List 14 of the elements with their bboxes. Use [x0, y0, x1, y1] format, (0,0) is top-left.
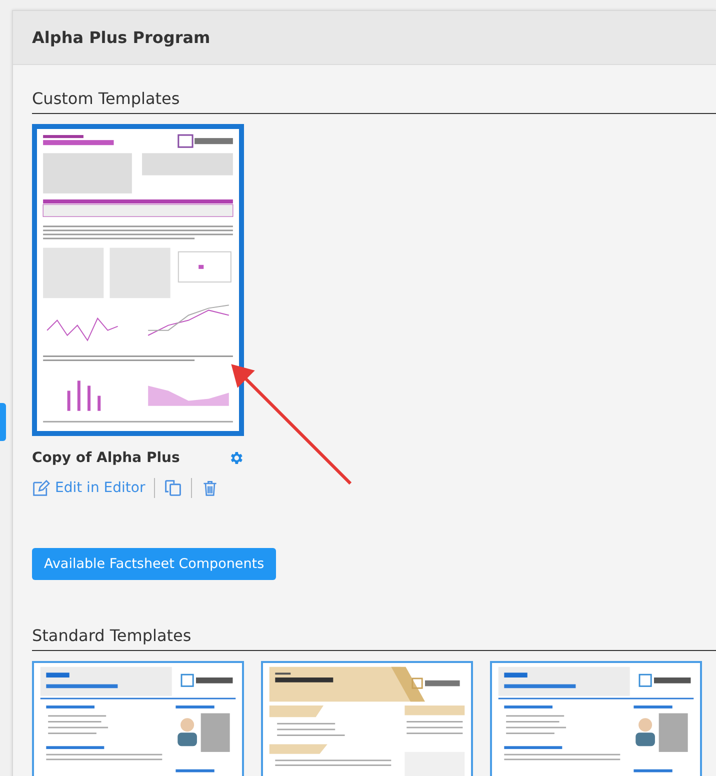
template-name: Copy of Alpha Plus — [32, 450, 180, 466]
template-thumbnail[interactable] — [32, 661, 244, 776]
copy-icon[interactable] — [164, 479, 182, 497]
trash-icon[interactable] — [201, 479, 220, 497]
template-thumbnail[interactable] — [32, 124, 244, 436]
edit-link[interactable]: Edit in Editor — [32, 479, 146, 497]
pencil-icon — [32, 479, 50, 497]
template-thumbnail[interactable] — [490, 661, 702, 776]
panel-title: Alpha Plus Program — [32, 28, 210, 47]
settings-icon[interactable] — [228, 450, 244, 466]
template-thumbnail[interactable] — [261, 661, 473, 776]
factsheet-components-button[interactable]: Available Factsheet Components — [32, 548, 276, 580]
section-heading: Standard Templates — [32, 626, 716, 651]
section-heading: Custom Templates — [32, 89, 716, 114]
